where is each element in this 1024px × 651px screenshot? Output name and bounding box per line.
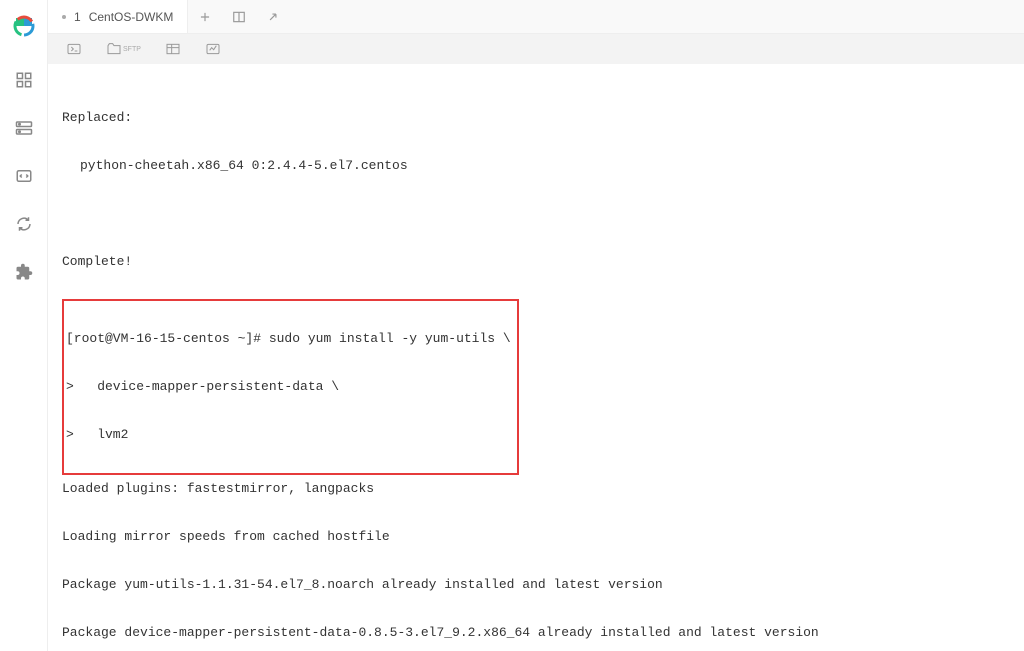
app-logo (12, 14, 36, 38)
highlighted-command-box: [root@VM-16-15-centos ~]# sudo yum insta… (62, 299, 519, 475)
line: Package device-mapper-persistent-data-0.… (62, 621, 1010, 645)
tab-label: CentOS-DWKM (89, 10, 174, 24)
new-tab-button[interactable] (188, 0, 222, 33)
table-tool-icon[interactable] (165, 41, 181, 57)
monitor-tool-icon[interactable] (205, 41, 221, 57)
extension-icon[interactable] (12, 260, 36, 284)
sidebar (0, 0, 48, 651)
sync-icon[interactable] (12, 212, 36, 236)
tab-centos[interactable]: 1 CentOS-DWKM (48, 0, 188, 33)
line: python-cheetah.x86_64 0:2.4.4-5.el7.cent… (62, 154, 1010, 178)
line: Replaced: (62, 106, 1010, 130)
layout-split-icon[interactable] (222, 0, 256, 33)
tab-index: 1 (74, 10, 81, 24)
toolbar: SFTP (48, 34, 1024, 64)
expand-icon[interactable] (256, 0, 290, 33)
sftp-tool-icon[interactable]: SFTP (106, 41, 141, 57)
blank-line (62, 202, 1010, 226)
line: Complete! (62, 250, 1010, 274)
line: Loaded plugins: fastestmirror, langpacks (62, 477, 1010, 501)
line: > lvm2 (66, 423, 511, 447)
line: Loading mirror speeds from cached hostfi… (62, 525, 1010, 549)
line: Package yum-utils-1.1.31-54.el7_8.noarch… (62, 573, 1010, 597)
line: [root@VM-16-15-centos ~]# sudo yum insta… (66, 327, 511, 351)
terminal-output[interactable]: Replaced: python-cheetah.x86_64 0:2.4.4-… (48, 64, 1024, 651)
line: > device-mapper-persistent-data \ (66, 375, 511, 399)
dashboard-icon[interactable] (12, 68, 36, 92)
tab-status-dot (62, 15, 66, 19)
server-icon[interactable] (12, 116, 36, 140)
code-icon[interactable] (12, 164, 36, 188)
command-tool-icon[interactable] (66, 41, 82, 57)
tab-bar: 1 CentOS-DWKM (48, 0, 1024, 34)
